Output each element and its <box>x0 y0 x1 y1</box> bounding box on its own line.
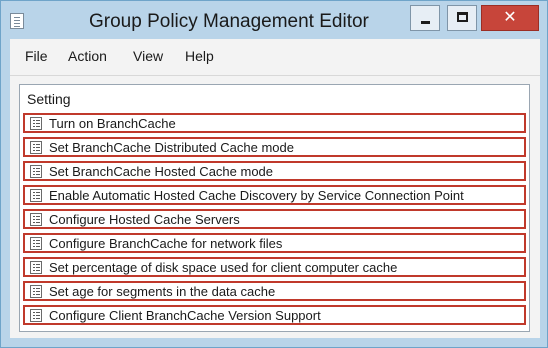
list-item[interactable]: Configure Client BranchCache Version Sup… <box>23 305 526 325</box>
list-item-label: Set age for segments in the data cache <box>49 284 276 299</box>
policy-setting-icon <box>30 117 42 130</box>
policy-setting-icon <box>30 285 42 298</box>
settings-list[interactable]: Setting Turn on BranchCache Set BranchCa… <box>19 84 530 332</box>
policy-setting-icon <box>30 309 42 322</box>
list-item-label: Enable Automatic Hosted Cache Discovery … <box>49 188 464 203</box>
list-item[interactable]: Set BranchCache Hosted Cache mode <box>23 161 526 181</box>
close-icon: ✕ <box>503 9 517 26</box>
maximize-button[interactable] <box>447 5 477 31</box>
minimize-icon <box>421 21 430 24</box>
maximize-icon <box>457 12 468 22</box>
policy-setting-icon <box>30 213 42 226</box>
window-title: Group Policy Management Editor <box>89 11 369 32</box>
menu-file[interactable]: File <box>25 48 48 64</box>
close-button[interactable]: ✕ <box>481 5 539 31</box>
menu-view[interactable]: View <box>133 48 163 64</box>
gpo-editor-app-icon[interactable] <box>10 13 24 29</box>
list-item[interactable]: Configure Hosted Cache Servers <box>23 209 526 229</box>
policy-setting-icon <box>30 237 42 250</box>
content-pane: Setting Turn on BranchCache Set BranchCa… <box>10 76 540 338</box>
policy-setting-icon <box>30 189 42 202</box>
menu-bar: File Action View Help <box>10 39 540 76</box>
list-item-label: Configure Client BranchCache Version Sup… <box>49 308 321 323</box>
list-item[interactable]: Enable Automatic Hosted Cache Discovery … <box>23 185 526 205</box>
app-window: Group Policy Management Editor ✕ File Ac… <box>0 0 548 348</box>
minimize-button[interactable] <box>410 5 440 31</box>
policy-setting-icon <box>30 165 42 178</box>
list-item-label: Set BranchCache Hosted Cache mode <box>49 164 274 179</box>
policy-setting-icon <box>30 261 42 274</box>
list-item[interactable]: Set age for segments in the data cache <box>23 281 526 301</box>
list-item-label: Set percentage of disk space used for cl… <box>49 260 398 275</box>
list-item-label: Set BranchCache Distributed Cache mode <box>49 140 294 155</box>
column-header-setting[interactable]: Setting <box>27 91 71 107</box>
list-item[interactable]: Set percentage of disk space used for cl… <box>23 257 526 277</box>
list-item[interactable]: Configure BranchCache for network files <box>23 233 526 253</box>
list-item[interactable]: Set BranchCache Distributed Cache mode <box>23 137 526 157</box>
title-bar[interactable]: Group Policy Management Editor ✕ <box>1 1 547 39</box>
policy-setting-icon <box>30 141 42 154</box>
menu-action[interactable]: Action <box>68 48 107 64</box>
list-item-label: Turn on BranchCache <box>49 116 176 131</box>
list-item-label: Configure BranchCache for network files <box>49 236 283 251</box>
list-item-label: Configure Hosted Cache Servers <box>49 212 240 227</box>
menu-help[interactable]: Help <box>185 48 214 64</box>
list-item[interactable]: Turn on BranchCache <box>23 113 526 133</box>
